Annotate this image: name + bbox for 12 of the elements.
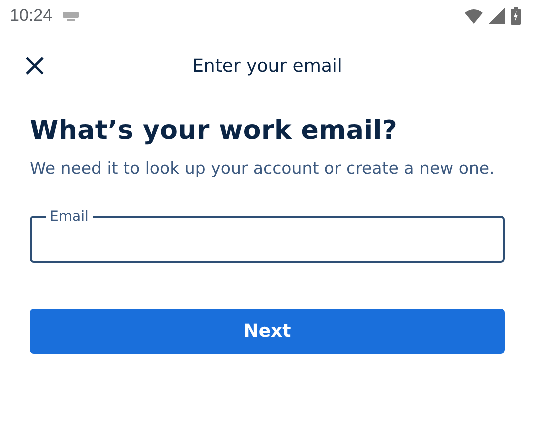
close-icon bbox=[24, 55, 46, 77]
battery-icon bbox=[511, 7, 521, 25]
screen-title: Enter your email bbox=[192, 56, 344, 76]
wifi-icon bbox=[465, 8, 483, 24]
page-heading: What’s your work email? bbox=[30, 116, 399, 146]
next-button[interactable]: Next bbox=[30, 309, 505, 354]
keyboard-icon bbox=[62, 12, 79, 20]
email-field[interactable]: Email bbox=[30, 209, 505, 263]
status-time: 10:24 bbox=[10, 6, 53, 26]
signal-icon bbox=[489, 8, 505, 24]
close-button[interactable] bbox=[24, 55, 46, 77]
description-text: We need it to look up your account or create a new one. bbox=[30, 158, 496, 180]
